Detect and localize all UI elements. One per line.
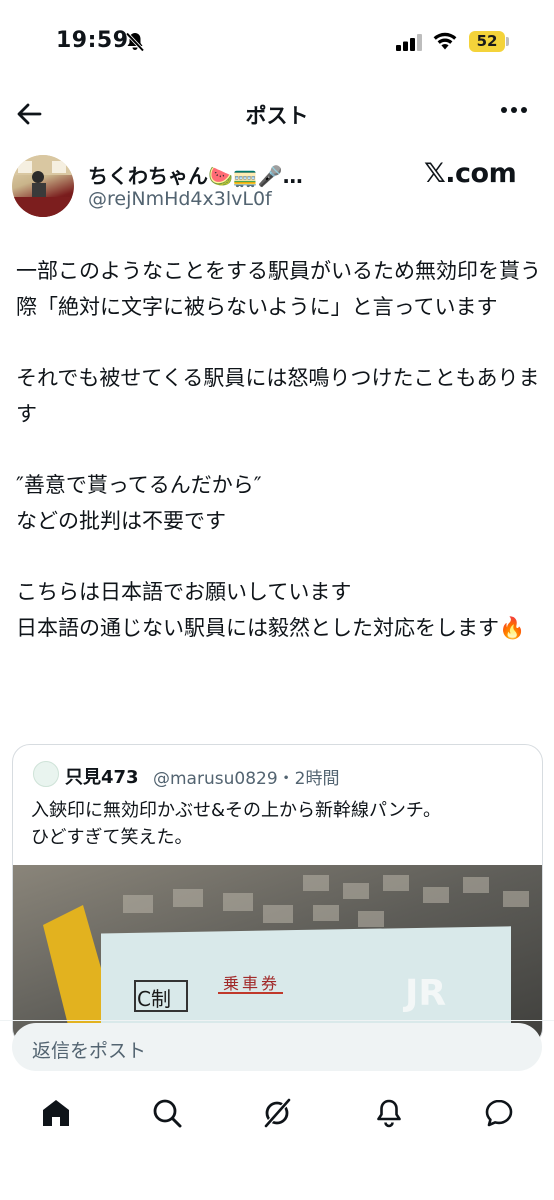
quote-photo[interactable]: C制 乗車券 JR — [13, 865, 542, 1045]
avatar-photo — [12, 155, 74, 217]
quote-author-name: 只見473 — [65, 767, 139, 788]
quote-handle-time: @marusu0829・2時間 — [153, 769, 340, 789]
divider — [0, 1020, 554, 1021]
x-com-logo: 𝕏.com — [424, 158, 517, 189]
quote-avatar — [33, 761, 59, 787]
author-handle[interactable]: @rejNmHd4x3lvL0f — [88, 188, 272, 210]
silent-bell-icon — [125, 32, 145, 52]
ticket-label-text: 乗車券 — [223, 974, 281, 993]
ticket-photo-drawing — [13, 865, 542, 1045]
quote-text: 入鋏印に無効印かぶせ&その上から新幹線パンチ。 ひどすぎて笑えた。 — [31, 800, 442, 848]
wifi-icon — [433, 32, 457, 50]
post-paragraph: ″善意で貰ってるんだから″ などの批判は不要です — [16, 473, 262, 533]
page-title: ポスト — [245, 104, 309, 128]
battery-tip — [506, 37, 509, 46]
search-icon[interactable] — [152, 1098, 182, 1128]
status-time: 19:59 — [56, 28, 129, 53]
author-display-name[interactable]: ちくわちゃん🍉🚃🎤… — [88, 160, 303, 189]
post-paragraph: それでも被せてくる駅員には怒鳴りつけたこともあります — [16, 366, 540, 426]
more-options-icon[interactable] — [500, 106, 528, 114]
home-icon[interactable] — [41, 1098, 71, 1128]
post-paragraph: 一部このようなことをする駅員がいるため無効印を貰う際「絶対に文字に被らないように… — [16, 259, 541, 319]
author-avatar[interactable] — [12, 155, 74, 217]
notifications-bell-icon[interactable] — [374, 1098, 404, 1128]
cellular-signal-icon — [396, 34, 422, 51]
grok-icon[interactable] — [262, 1098, 292, 1128]
reply-placeholder: 返信をポスト — [32, 1040, 147, 1062]
post-text: 一部このようなことをする駅員がいるため無効印を貰う際「絶対に文字に被らないように… — [16, 254, 546, 646]
messages-icon[interactable] — [484, 1098, 514, 1128]
ticket-stamp-text: C制 — [137, 987, 171, 1011]
post-paragraph: こちらは日本語でお願いしています 日本語の通じない駅員には毅然とした対応をします… — [16, 580, 526, 640]
jr-logo-text: JR — [405, 973, 447, 1014]
quoted-post[interactable]: 只見473 @marusu0829・2時間 入鋏印に無効印かぶせ&その上から新幹… — [12, 744, 543, 1046]
battery-indicator: 52 — [469, 31, 505, 52]
